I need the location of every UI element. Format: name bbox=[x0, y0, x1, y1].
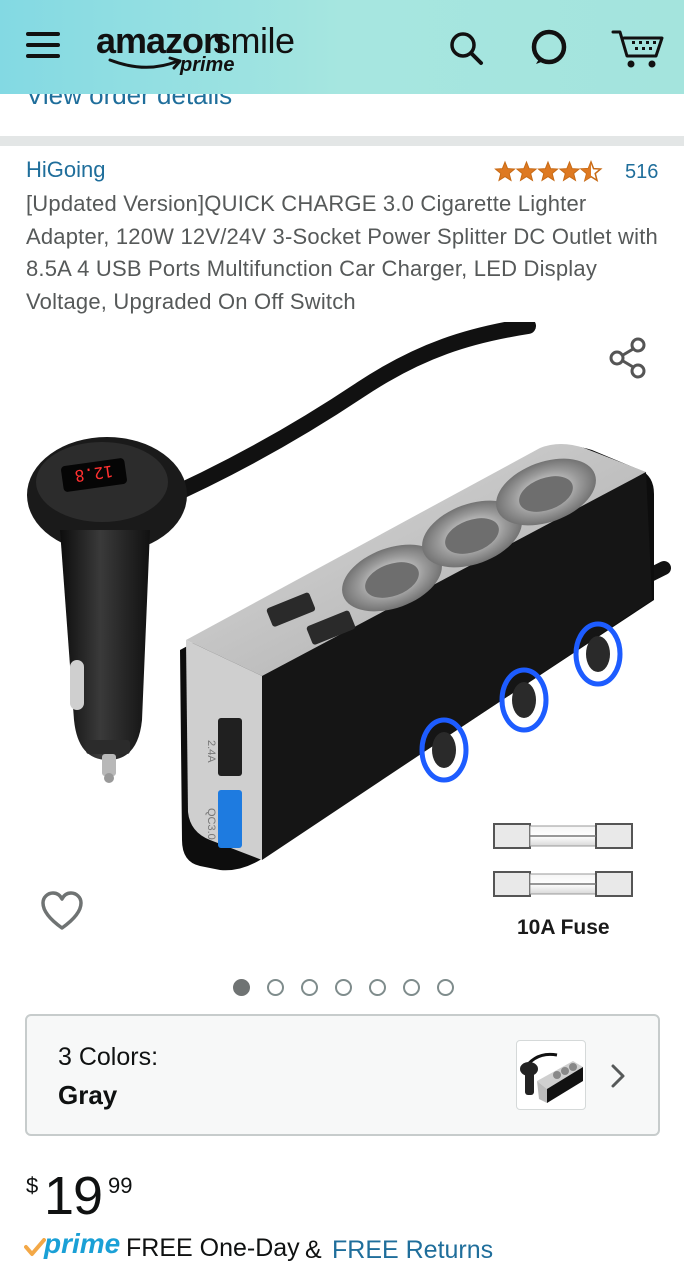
carousel-dot[interactable] bbox=[301, 979, 318, 996]
share-icon[interactable] bbox=[606, 336, 650, 380]
carousel-dots bbox=[233, 979, 454, 997]
fuse-label: 10A Fuse bbox=[517, 916, 610, 939]
alexa-icon[interactable] bbox=[530, 28, 568, 66]
car-plug: 12.8 bbox=[27, 437, 187, 783]
rating-count[interactable]: 516 bbox=[625, 161, 658, 184]
section-divider bbox=[0, 136, 684, 146]
logo-prime-text: prime bbox=[180, 54, 235, 76]
heart-icon[interactable] bbox=[40, 890, 84, 932]
port-label-2-4a: 2.4A bbox=[205, 740, 217, 763]
product-title: [Updated Version]QUICK CHARGE 3.0 Cigare… bbox=[26, 191, 658, 314]
price-fraction: 99 bbox=[108, 1173, 133, 1198]
chevron-right-icon bbox=[611, 1064, 625, 1088]
ampersand-text: & bbox=[305, 1236, 322, 1264]
carousel-dot[interactable] bbox=[267, 979, 284, 996]
prime-badge: prime bbox=[44, 1228, 121, 1259]
color-selector[interactable]: 3 Colors: Gray bbox=[25, 1014, 660, 1136]
search-icon[interactable] bbox=[448, 30, 484, 66]
product-image[interactable]: 12.8 2.4A QC3.0 bbox=[0, 322, 684, 960]
prime-check-icon bbox=[24, 1238, 46, 1256]
price-whole: 19 bbox=[44, 1166, 103, 1226]
price-symbol: $ bbox=[26, 1173, 39, 1198]
smile-arrow-icon bbox=[108, 56, 182, 70]
free-one-day-text: FREE One-Day bbox=[126, 1234, 300, 1262]
color-thumbnail bbox=[516, 1040, 586, 1110]
star-rating[interactable] bbox=[494, 158, 604, 184]
hamburger-menu-icon[interactable] bbox=[26, 32, 60, 60]
carousel-dot[interactable] bbox=[233, 979, 250, 996]
selected-color: Gray bbox=[58, 1080, 118, 1110]
carousel-dot[interactable] bbox=[369, 979, 386, 996]
port-label-qc: QC3.0 bbox=[205, 808, 217, 840]
brand-link[interactable]: HiGoing bbox=[26, 157, 105, 183]
splitter-body: 2.4A QC3.0 bbox=[180, 444, 654, 871]
amazon-smile-logo[interactable]: amazon smile prime bbox=[96, 20, 316, 80]
free-returns-link[interactable]: FREE Returns bbox=[332, 1236, 493, 1265]
carousel-dot[interactable] bbox=[437, 979, 454, 996]
carousel-dot[interactable] bbox=[403, 979, 420, 996]
color-selector-label: 3 Colors: bbox=[58, 1043, 159, 1071]
carousel-dot[interactable] bbox=[335, 979, 352, 996]
fuses bbox=[493, 823, 633, 897]
cart-icon[interactable] bbox=[610, 26, 666, 70]
app-header: amazon smile prime bbox=[0, 0, 684, 94]
